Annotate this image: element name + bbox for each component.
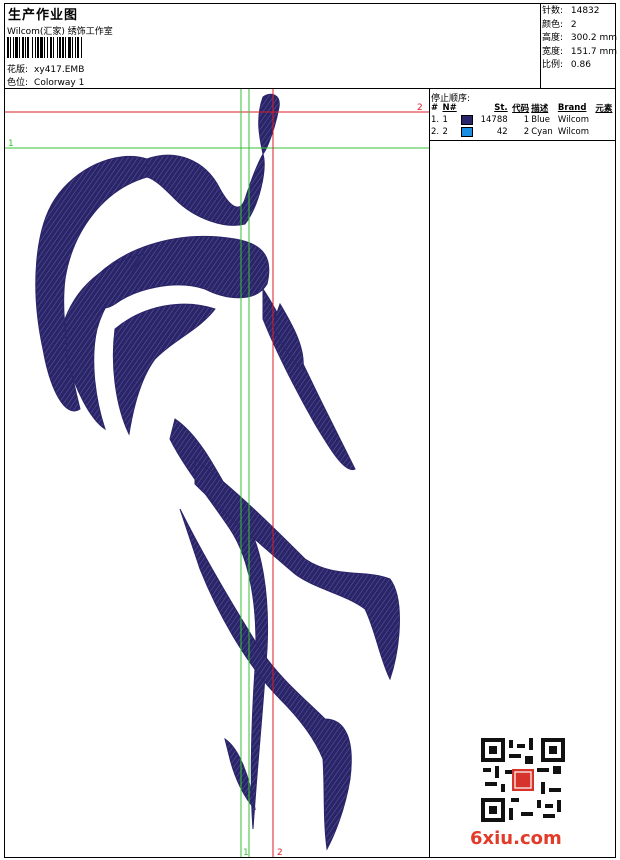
stat-row: 高度: 300.2 mm — [542, 32, 617, 46]
stat-label: 宽度: — [542, 46, 564, 57]
company-name: Wilcom(汇家) 绣饰工作室 — [7, 27, 113, 37]
stat-value: 0.86 — [570, 60, 591, 71]
row-swatch — [460, 126, 476, 138]
colorway-value: Colorway 1 — [34, 78, 85, 88]
stat-row: 宽度: 151.7 mm — [542, 46, 617, 60]
stat-row: 颜色: 2 — [542, 19, 617, 33]
row-stitches: 42 — [496, 127, 508, 137]
stat-label: 高度: — [542, 33, 564, 44]
stat-label: 针数: — [542, 6, 564, 16]
color-swatch — [460, 114, 473, 125]
table-header-row: # N# St. 代码 描述 Brand 元素 — [430, 101, 616, 114]
row-brand: Wilcom — [557, 127, 589, 137]
design-value: xy417.EMB — [34, 65, 85, 75]
stat-value: 151.7 mm — [570, 46, 618, 57]
row-index: 1. — [431, 115, 440, 125]
stat-row: 比例: 0.86 — [542, 59, 617, 73]
col-element: 元素 — [595, 103, 613, 114]
stats-divider — [540, 3, 541, 88]
green-guide-label-v: 1 — [243, 848, 249, 857]
row-brand: Wilcom — [557, 115, 589, 125]
col-brand: Brand — [557, 102, 587, 113]
col-index: # — [431, 102, 439, 113]
col-description: 描述 — [531, 103, 549, 114]
color-sequence-table: # N# St. 代码 描述 Brand 元素 1. 1 14788 1 Blu… — [430, 101, 616, 138]
stat-value: 300.2 mm — [570, 33, 618, 44]
col-stitches: St. — [494, 102, 508, 113]
site-logo: 6xiu.com — [470, 828, 562, 849]
design-divider — [429, 88, 430, 858]
phoenix-embroidery — [35, 93, 400, 851]
col-number: N# — [442, 102, 457, 113]
row-description: Blue — [531, 115, 550, 125]
colorway-row: 色位: Colorway 1 — [7, 75, 84, 88]
red-guide-label-h: 2 — [417, 103, 423, 113]
row-number: 1 — [442, 115, 448, 125]
red-guide-label-v: 2 — [277, 848, 283, 857]
row-index: 2. — [431, 127, 440, 137]
stat-label: 比例: — [542, 60, 564, 71]
qr-code — [481, 738, 565, 822]
stat-value: 14832 — [570, 6, 600, 16]
table-row: 2. 2 42 2 Cyan Wilcom — [430, 126, 616, 138]
row-stitches: 14788 — [480, 115, 508, 125]
green-guide-label-h: 1 — [8, 139, 14, 149]
row-element — [594, 126, 616, 138]
barcode — [7, 37, 82, 58]
stats-panel: 针数: 14832 颜色: 2 高度: 300.2 mm 宽度: 151.7 m… — [542, 5, 617, 73]
row-element — [594, 114, 616, 126]
stat-label: 颜色: — [542, 19, 564, 30]
col-swatch — [460, 101, 476, 114]
color-swatch — [460, 126, 473, 137]
colorway-label: 色位: — [7, 78, 29, 88]
embroidery-design-canvas: 2 1 1 2 — [5, 89, 429, 857]
row-code: 2 — [523, 127, 530, 137]
page-title: 生产作业图 — [8, 8, 79, 23]
table-divider — [429, 140, 616, 141]
design-name-row: 花版: xy417.EMB — [7, 62, 84, 75]
stat-row: 针数: 14832 — [542, 5, 617, 19]
row-swatch — [460, 114, 476, 126]
row-description: Cyan — [531, 127, 553, 137]
row-number: 2 — [442, 127, 448, 137]
design-label: 花版: — [7, 65, 29, 75]
row-code: 1 — [523, 115, 530, 125]
table-row: 1. 1 14788 1 Blue Wilcom — [430, 114, 616, 126]
col-code: 代码 — [512, 103, 530, 114]
stat-value: 2 — [570, 19, 577, 30]
